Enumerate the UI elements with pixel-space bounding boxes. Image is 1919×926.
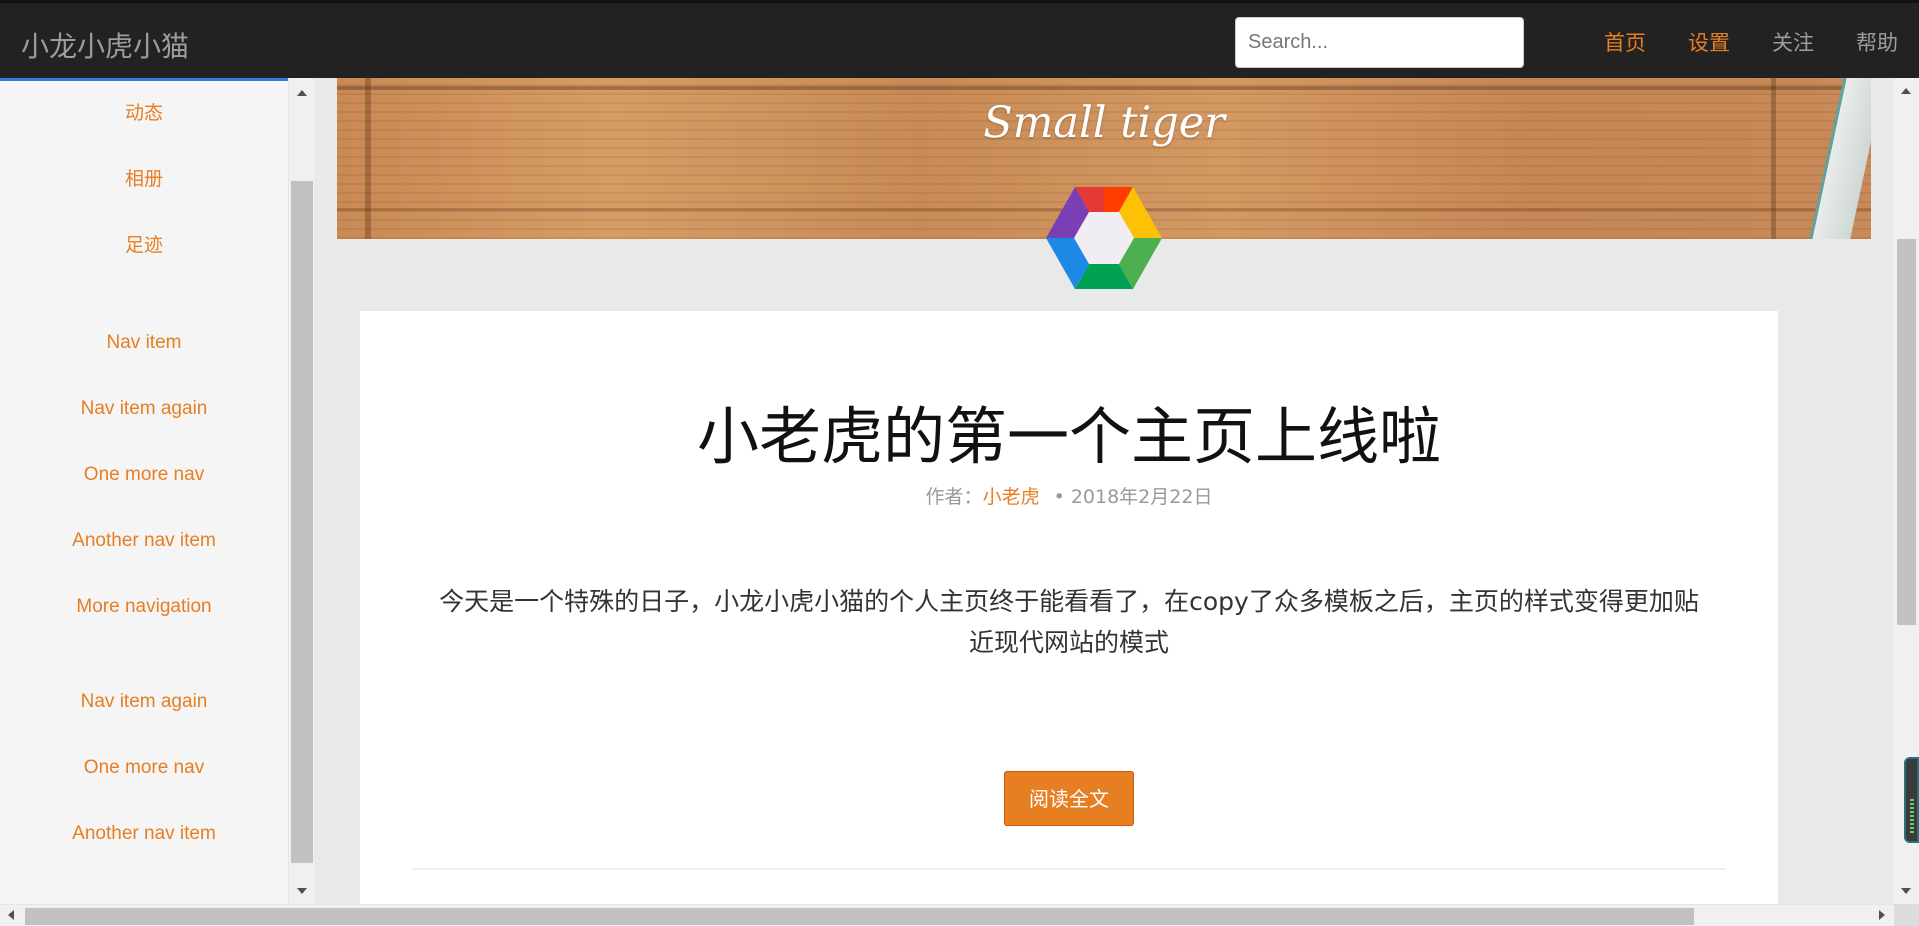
sidebar-group-3: Nav item again One more nav Another nav … <box>0 669 288 867</box>
scroll-down-arrow-icon[interactable] <box>297 888 307 894</box>
sidebar-item-footprints[interactable]: 足迹 <box>0 213 288 279</box>
post-card: 小老虎的第一个主页上线啦 作者：小老虎 • 2018年2月22日 今天是一个特殊的… <box>360 311 1778 904</box>
horizontal-scroll-thumb[interactable] <box>25 908 1694 925</box>
banner-wood-line <box>337 86 1871 90</box>
hexagon-logo-icon <box>1046 187 1162 289</box>
post-meta: 作者：小老虎 • 2018年2月22日 <box>360 482 1778 509</box>
post-divider <box>412 868 1726 870</box>
page-scroll-thumb[interactable] <box>1897 239 1916 625</box>
author-link[interactable]: 小老虎 <box>983 486 1040 508</box>
banner-title: Small tiger <box>983 98 1225 148</box>
read-more-button[interactable]: 阅读全文 <box>1004 771 1134 826</box>
nav-link-settings[interactable]: 设置 <box>1667 27 1751 57</box>
sidebar: 动态 相册 足迹 Nav item Nav item again One mor… <box>0 78 288 904</box>
top-nav-links: 首页 设置 关注 帮助 <box>1583 3 1919 81</box>
nav-link-home[interactable]: 首页 <box>1583 27 1667 57</box>
author-label: 作者： <box>925 486 983 508</box>
horizontal-scrollbar[interactable] <box>0 904 1894 926</box>
sidebar-item-another[interactable]: Another nav item <box>0 508 288 574</box>
sidebar-item-one-more-2[interactable]: One more nav <box>0 735 288 801</box>
post-excerpt: 今天是一个特殊的日子，小龙小虎小猫的个人主页终于能看看了，在copy了众多模板之… <box>439 587 1699 657</box>
sidebar-item-more-navigation[interactable]: More navigation <box>0 574 288 640</box>
floating-widget-tab[interactable] <box>1904 757 1919 843</box>
nav-link-follow[interactable]: 关注 <box>1751 27 1835 57</box>
scroll-up-arrow-icon[interactable] <box>297 90 307 96</box>
main-content: Small tiger 小老虎的第一个主页上线啦 作者：小老虎 • 2018年2月… <box>314 78 1894 904</box>
nav-link-help[interactable]: 帮助 <box>1835 27 1919 57</box>
sidebar-item-nav-again[interactable]: Nav item again <box>0 376 288 442</box>
sidebar-item-dynamics[interactable]: 动态 <box>0 81 288 147</box>
sidebar-scrollbar[interactable] <box>288 78 314 904</box>
sidebar-scroll-thumb[interactable] <box>291 181 313 863</box>
sidebar-group-2: Nav item Nav item again One more nav Ano… <box>0 310 288 640</box>
sidebar-item-album[interactable]: 相册 <box>0 147 288 213</box>
scroll-up-arrow-icon[interactable] <box>1901 88 1911 94</box>
top-navbar: 小龙小虎小猫 首页 设置 关注 帮助 <box>0 0 1919 78</box>
post-date: • 2018年2月22日 <box>1053 486 1213 508</box>
scroll-down-arrow-icon[interactable] <box>1901 888 1911 894</box>
post-title[interactable]: 小老虎的第一个主页上线啦 <box>360 386 1778 476</box>
sidebar-item-nav-again-2[interactable]: Nav item again <box>0 669 288 735</box>
sidebar-item-nav[interactable]: Nav item <box>0 310 288 376</box>
sidebar-item-one-more[interactable]: One more nav <box>0 442 288 508</box>
search-input[interactable] <box>1235 17 1524 68</box>
sidebar-group-1: 动态 相册 足迹 <box>0 81 288 279</box>
scroll-right-arrow-icon[interactable] <box>1879 910 1885 920</box>
scrollbar-corner <box>1894 904 1919 926</box>
brand-title[interactable]: 小龙小虎小猫 <box>21 25 189 65</box>
sidebar-item-another-2[interactable]: Another nav item <box>0 801 288 867</box>
scroll-left-arrow-icon[interactable] <box>8 910 14 920</box>
